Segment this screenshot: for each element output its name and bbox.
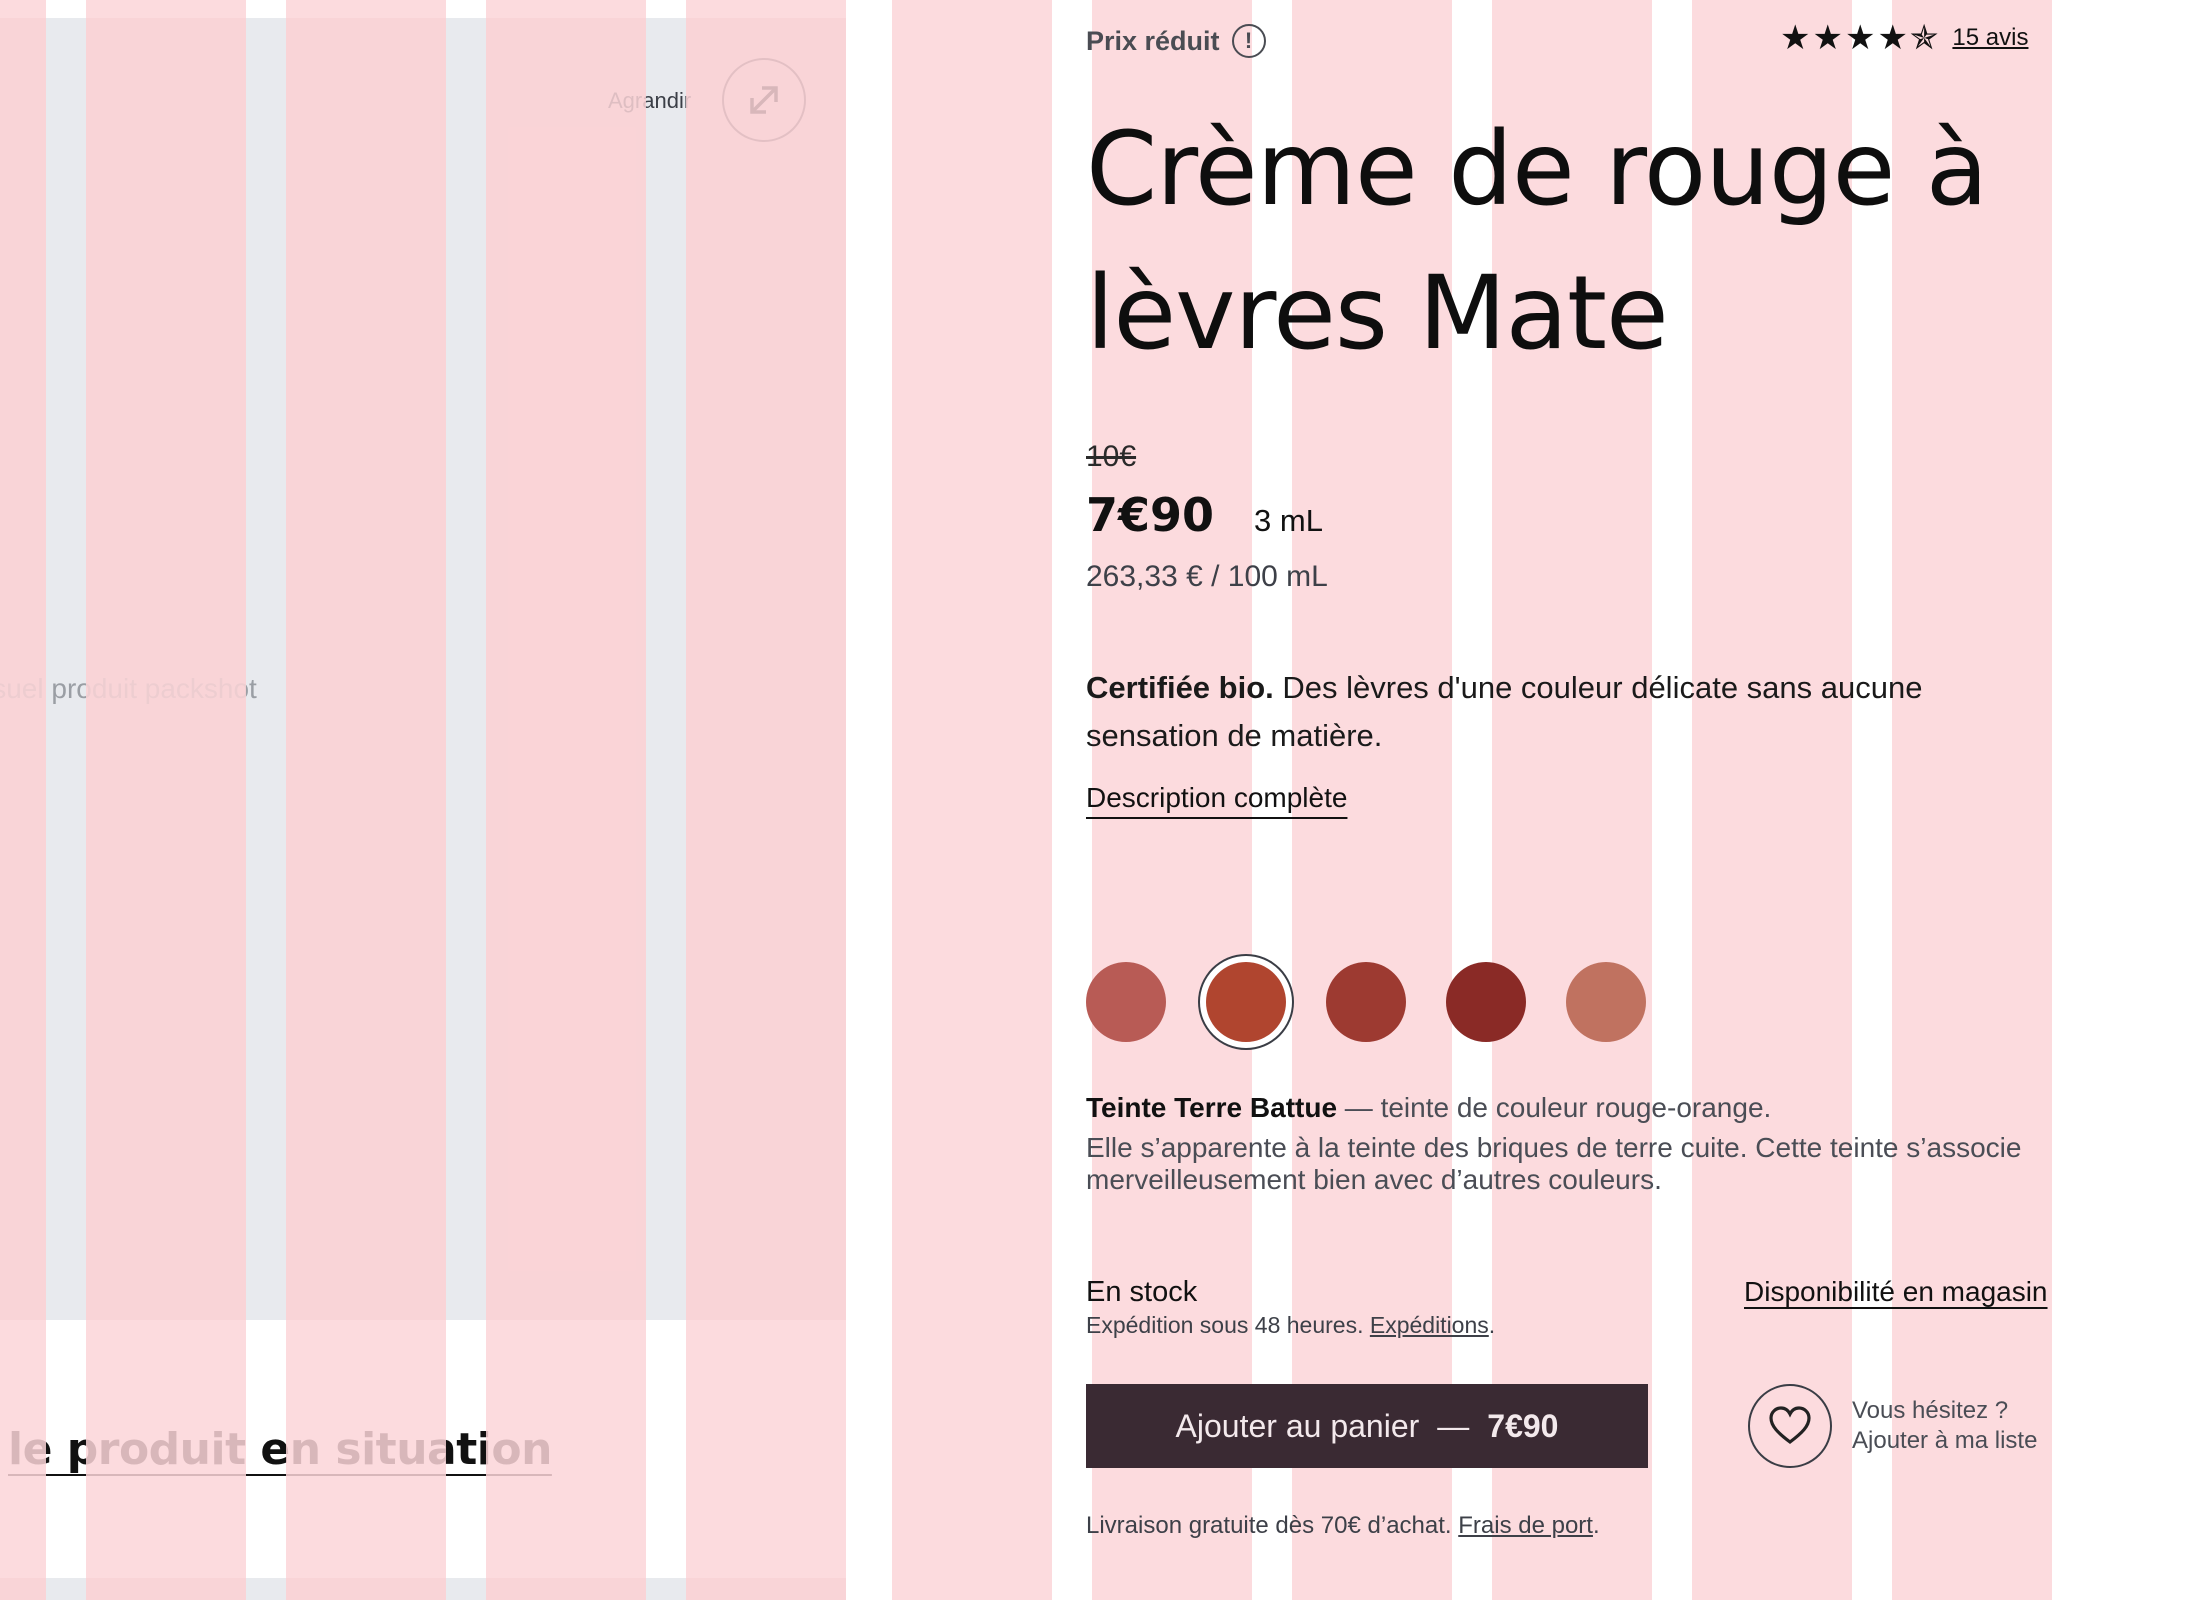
old-price: 10€ [1086, 440, 1137, 473]
product-volume: 3 mL [1254, 503, 1323, 538]
product-title: Crème de rouge à lèvres Mate [1086, 110, 1988, 373]
shipping-fees-link[interactable]: Frais de port [1458, 1512, 1593, 1539]
shade-swatch-selected[interactable] [1206, 962, 1286, 1042]
description-highlight: Certifiée bio. [1086, 670, 1274, 705]
reviews-link[interactable]: 15 avis [1952, 24, 2028, 52]
wishlist-button[interactable] [1748, 1384, 1832, 1468]
shade-swatch[interactable] [1086, 962, 1166, 1042]
wishlist-question: Vous hésitez ? [1852, 1397, 2009, 1424]
store-availability-link[interactable]: Disponibilité en magasin [1744, 1276, 2048, 1308]
selected-shade: Teinte Terre Battue — teinte de couleur … [1086, 1092, 1771, 1124]
short-description: Certifiée bio. Des lèvres d'une couleur … [1086, 664, 2016, 760]
shade-name: Teinte Terre Battue [1086, 1092, 1338, 1123]
shade-summary: — teinte de couleur rouge-orange. [1337, 1092, 1772, 1123]
stock-status: En stock [1086, 1276, 1198, 1308]
current-price: 7€90 [1086, 488, 1215, 542]
info-icon[interactable]: ! [1231, 24, 1266, 58]
wishlist-text[interactable]: Vous hésitez ? Ajouter à ma liste [1852, 1396, 2037, 1456]
unit-price: 263,33 € / 100 mL [1086, 560, 1328, 593]
shipping-info: Expédition sous 48 heures. Expéditions. [1086, 1312, 1495, 1339]
shade-swatch[interactable] [1566, 962, 1646, 1042]
free-shipping-info: Livraison gratuite dès 70€ d’achat. Frai… [1086, 1512, 1600, 1540]
price-row: 7€90 3 mL [1086, 488, 1323, 542]
shade-detail: Elle s’apparente à la teinte des briques… [1086, 1132, 2022, 1195]
shipping-end: . [1488, 1312, 1496, 1338]
shade-swatch[interactable] [1446, 962, 1526, 1042]
cart-price: 7€90 [1487, 1407, 1559, 1444]
shipping-link[interactable]: Expéditions [1370, 1312, 1489, 1338]
shade-swatch[interactable] [1326, 962, 1406, 1042]
product-details: Prix réduit ! ★★★★✯ 15 avis Crème de rou… [0, 0, 2200, 1600]
free-shipping-end: . [1592, 1512, 1600, 1539]
cart-separator: — [1437, 1407, 1470, 1444]
discount-tag: Prix réduit ! [1086, 24, 1266, 58]
star-rating-icon: ★★★★✯ [1780, 19, 1941, 57]
free-shipping-text: Livraison gratuite dès 70€ d’achat. [1086, 1512, 1459, 1539]
discount-label: Prix réduit [1086, 25, 1220, 56]
full-description-link[interactable]: Description complète [1086, 782, 1347, 814]
wishlist-action: Ajouter à ma liste [1852, 1427, 2038, 1454]
heart-icon [1769, 1406, 1811, 1445]
shipping-text: Expédition sous 48 heures. [1086, 1312, 1370, 1338]
add-to-cart-button[interactable]: Ajouter au panier — 7€90 [1086, 1384, 1648, 1468]
cart-label: Ajouter au panier [1175, 1407, 1420, 1444]
rating: ★★★★✯ 15 avis [1780, 18, 2028, 58]
